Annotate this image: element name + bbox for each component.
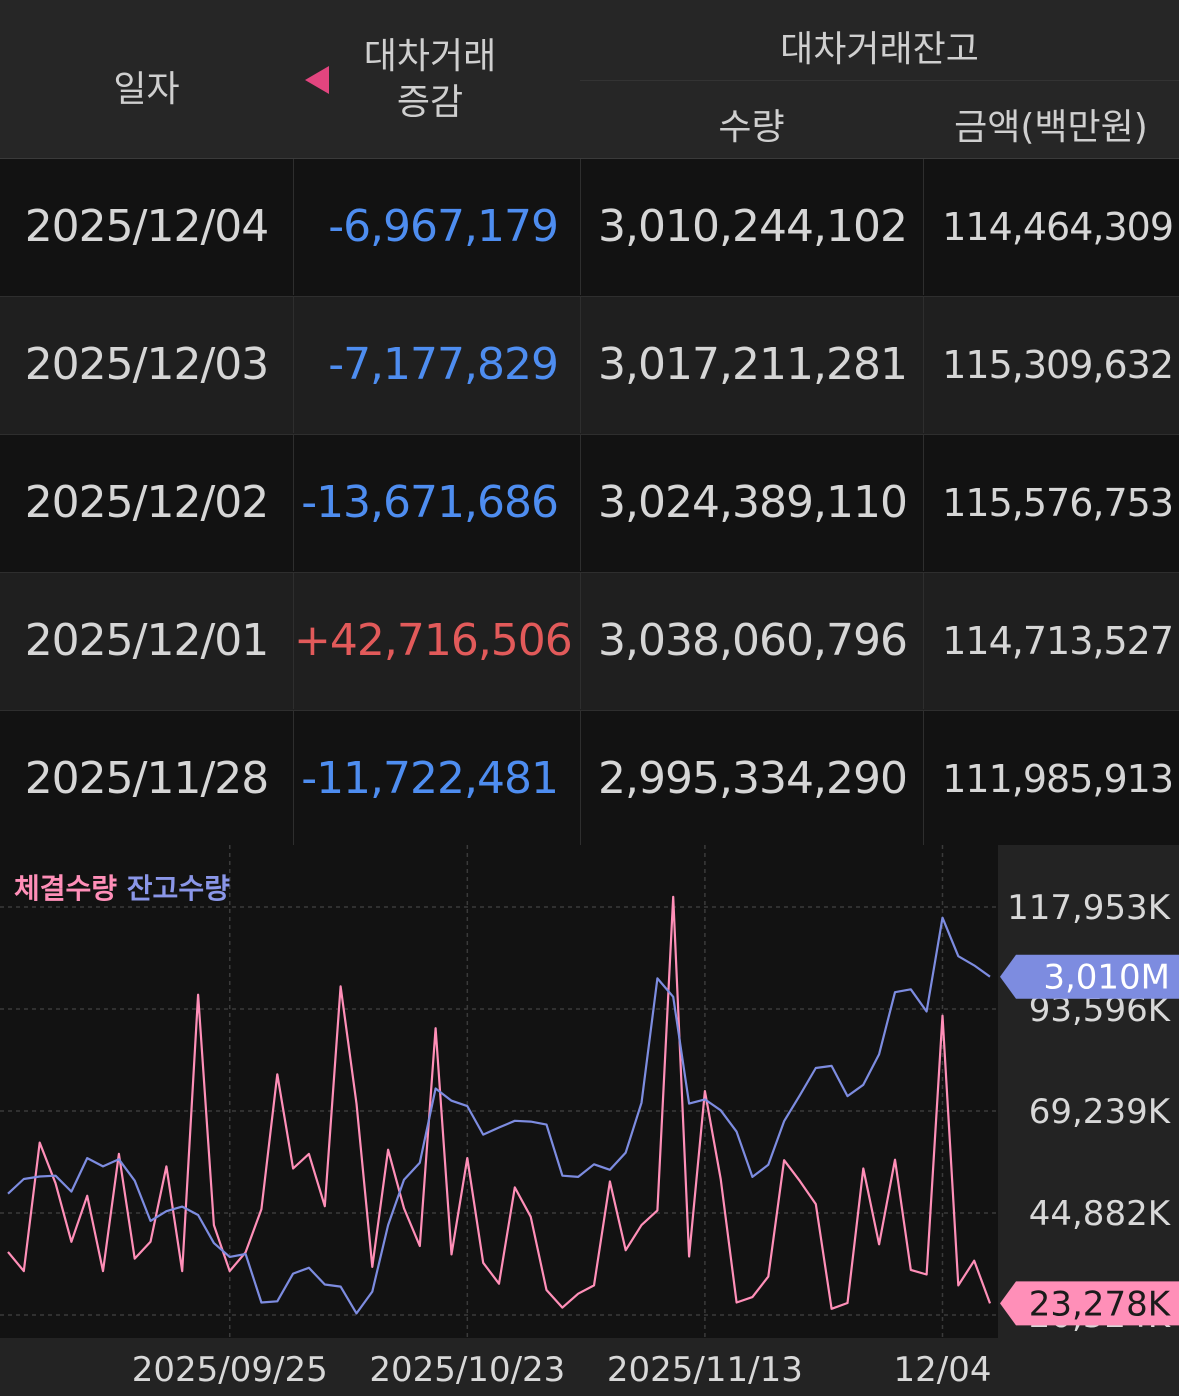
x-tick-label: 2025/09/25 [132,1350,328,1390]
row-qty: 3,017,211,281 [580,297,924,433]
y-tick-label: 117,953K [1007,888,1172,928]
row-date: 2025/12/03 [24,339,270,390]
current-executed-label: 23,278K [1029,1284,1172,1324]
table-header: 일자 대차거래 증감 대차거래잔고 수량 금액(백만원) [0,0,1179,159]
table-row[interactable]: 2025/12/04 -6,967,179 3,010,244,102 114,… [0,159,1179,297]
row-date: 2025/12/01 [24,615,270,666]
row-qty: 3,024,389,110 [580,435,924,571]
line-chart[interactable]: 117,953K93,596K69,239K44,882K20,524K2025… [0,845,1179,1396]
row-date: 2025/11/28 [24,753,270,804]
row-change: -7,177,829 [293,297,580,433]
row-date: 2025/12/02 [24,477,270,528]
chart-legend: 체결수량 잔고수량 [14,867,230,907]
table-row[interactable]: 2025/12/01 +42,716,506 3,038,060,796 114… [0,573,1179,711]
data-table: 2025/12/04 -6,967,179 3,010,244,102 114,… [0,159,1179,849]
plot-background [0,845,998,1338]
row-amount: 114,464,309 [923,159,1179,295]
row-change: -11,722,481 [293,711,580,847]
header-change-line2: 증감 [396,82,464,123]
legend-executed: 체결수량 [14,872,118,905]
row-amount: 115,309,632 [923,297,1179,433]
x-tick-label: 12/04 [893,1350,991,1390]
row-qty: 3,010,244,102 [580,159,924,295]
y-tick-label: 44,882K [1029,1194,1172,1234]
row-change: -13,671,686 [293,435,580,571]
header-qty: 수량 [718,107,785,148]
table-row[interactable]: 2025/11/28 -11,722,481 2,995,334,290 111… [0,711,1179,849]
header-divider [580,80,1179,81]
header-balance: 대차거래잔고 [780,29,979,70]
x-tick-label: 2025/11/13 [607,1350,803,1390]
row-amount: 111,985,913 [923,711,1179,847]
y-tick-label: 69,239K [1029,1092,1172,1132]
current-balance-label: 3,010M [1043,958,1170,998]
row-change: +42,716,506 [293,573,580,709]
header-change[interactable]: 대차거래 증감 [330,34,530,126]
legend-balance: 잔고수량 [126,872,230,905]
header-date: 일자 [113,69,180,110]
table-row[interactable]: 2025/12/02 -13,671,686 3,024,389,110 115… [0,435,1179,573]
header-amount: 금액(백만원) [954,107,1148,148]
row-amount: 114,713,527 [923,573,1179,709]
chart-area[interactable]: 체결수량 잔고수량 117,953K 93,596K 69,239K 44,882K 2… [0,845,1179,1396]
header-change-line1: 대차거래 [363,36,497,77]
x-tick-label: 2025/10/23 [369,1350,565,1390]
row-qty: 2,995,334,290 [580,711,924,847]
row-amount: 115,576,753 [923,435,1179,571]
row-change: -6,967,179 [293,159,580,295]
row-qty: 3,038,060,796 [580,573,924,709]
sort-left-arrow-icon[interactable] [305,66,329,94]
row-date: 2025/12/04 [24,201,270,252]
table-row[interactable]: 2025/12/03 -7,177,829 3,017,211,281 115,… [0,297,1179,435]
